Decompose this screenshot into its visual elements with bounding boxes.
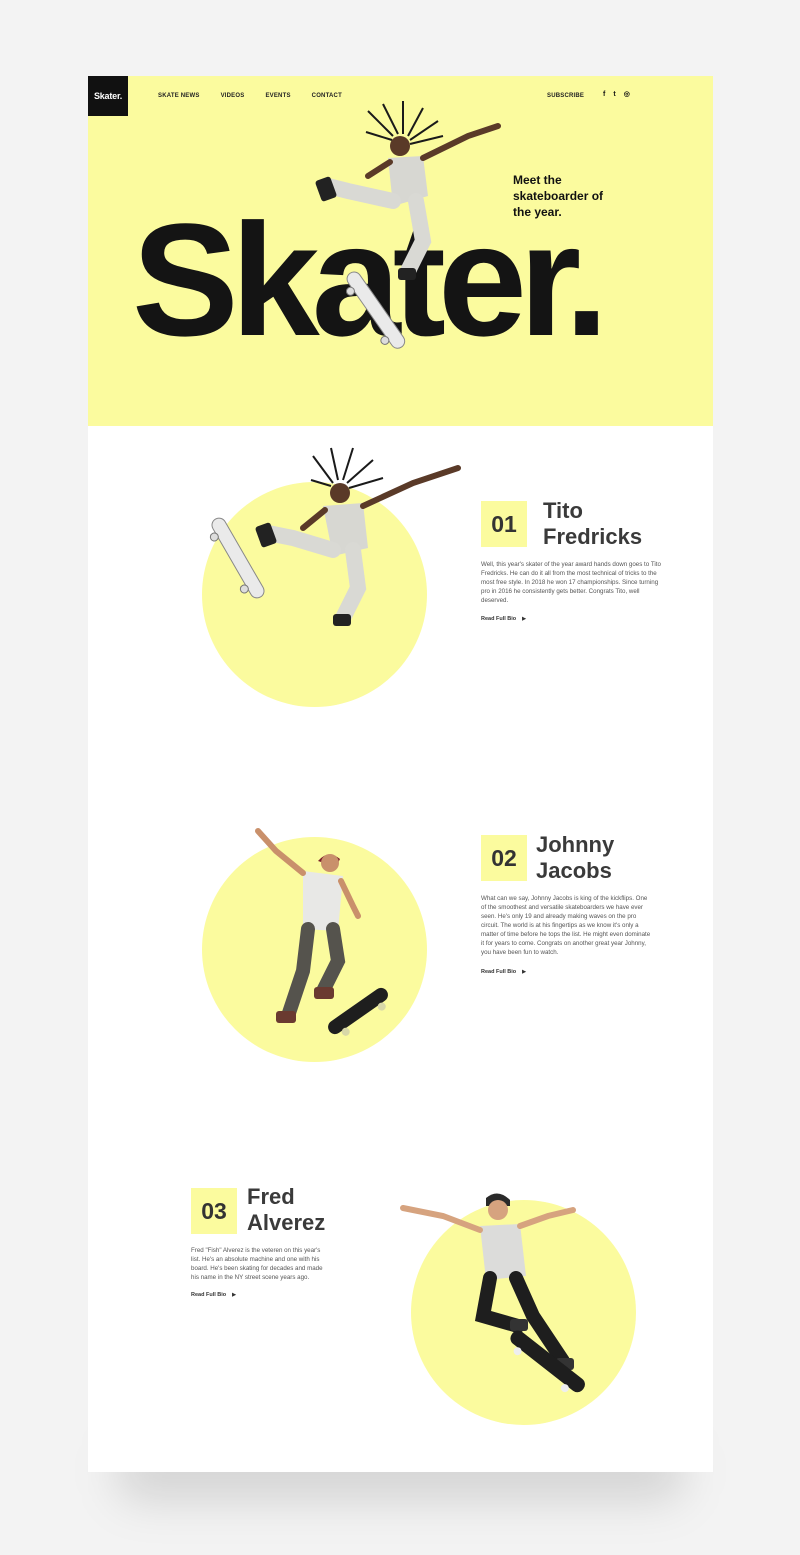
skater-01-name: Tito Fredricks — [543, 498, 643, 549]
skater-03-number: 03 — [191, 1188, 237, 1234]
skater-02-bio: What can we say, Johnny Jacobs is king o… — [481, 895, 651, 956]
skater-02-image — [255, 828, 388, 1036]
skater-03-read-bio-link[interactable]: Read Full Bio ▶ — [191, 1292, 236, 1298]
instagram-icon[interactable]: ◎ — [624, 90, 630, 100]
skater-03-name: Fred Alverez — [247, 1184, 326, 1235]
facebook-icon[interactable]: f — [603, 90, 605, 100]
nav-events[interactable]: EVENTS — [265, 93, 290, 99]
site-logo[interactable]: Skater. — [88, 76, 128, 116]
skater-01-number: 01 — [481, 501, 527, 547]
hero-section: Skater. SKATE NEWS VIDEOS EVENTS CONTACT… — [88, 76, 713, 426]
play-arrow-icon: ▶ — [522, 969, 526, 975]
hero-tagline: Meet the skateboarder of the year. — [513, 173, 604, 219]
skater-02-read-bio-link[interactable]: Read Full Bio ▶ — [481, 969, 526, 975]
skater-03-bio: Fred "Fish" Alverez is the veteren on th… — [191, 1247, 323, 1281]
nav-videos[interactable]: VIDEOS — [221, 93, 245, 99]
twitter-icon[interactable]: t — [613, 90, 615, 100]
read-bio-label: Read Full Bio — [481, 616, 517, 622]
skater-02-name: Johnny Jacobs — [536, 832, 615, 883]
nav-skate-news[interactable]: SKATE NEWS — [158, 93, 200, 99]
subscribe-link[interactable]: SUBSCRIBE — [547, 93, 584, 99]
skater-01-image — [209, 447, 461, 626]
skater-01-read-bio-link[interactable]: Read Full Bio ▶ — [481, 616, 526, 622]
read-bio-label: Read Full Bio — [481, 969, 517, 975]
play-arrow-icon: ▶ — [522, 616, 526, 622]
skater-02-number: 02 — [481, 835, 527, 881]
social-links: f t ◎ — [603, 90, 638, 100]
landing-page: Skater. SKATE NEWS VIDEOS EVENTS CONTACT… — [88, 76, 713, 1472]
read-bio-label: Read Full Bio — [191, 1292, 227, 1298]
play-arrow-icon: ▶ — [232, 1292, 236, 1298]
skater-01-bio: Well, this year's skater of the year awa… — [481, 561, 661, 604]
skater-03-image — [400, 1193, 585, 1393]
hero-skater-image — [315, 101, 501, 349]
